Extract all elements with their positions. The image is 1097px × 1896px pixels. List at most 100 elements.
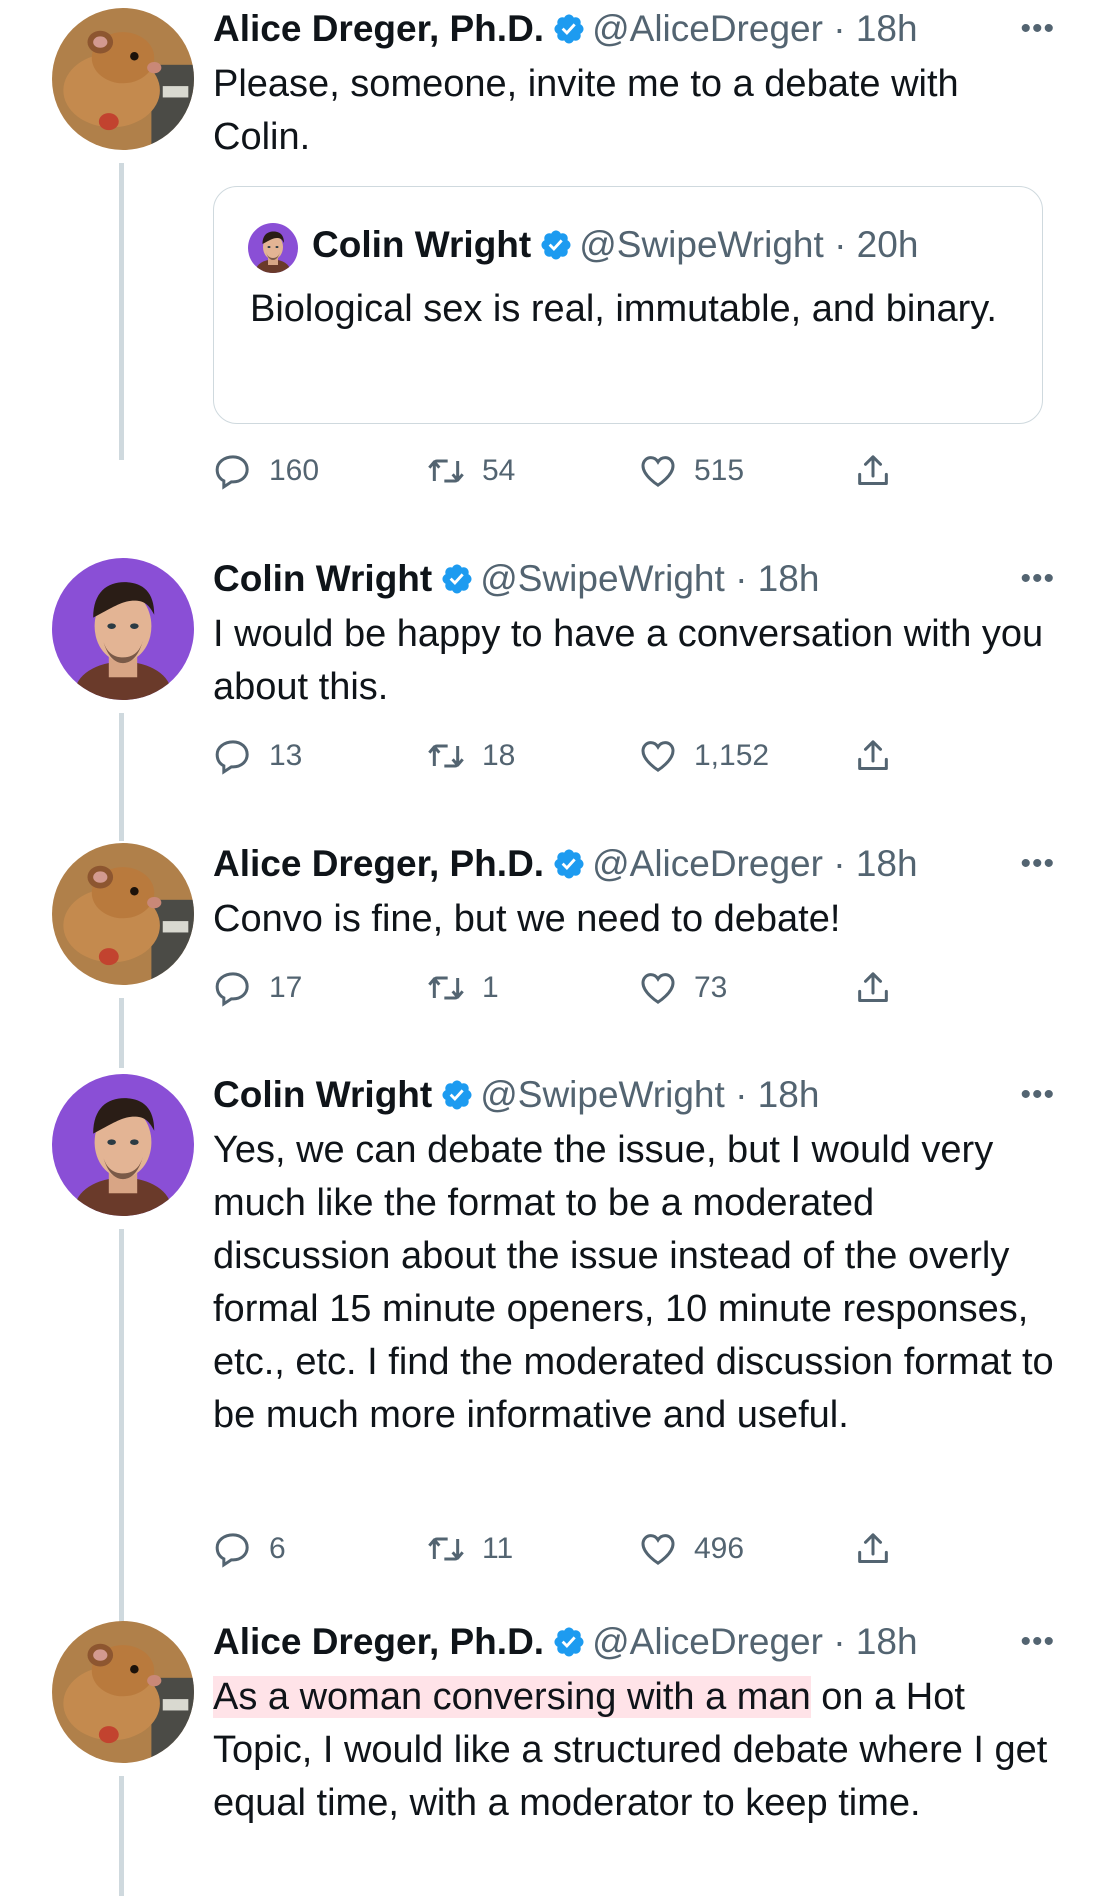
author-handle[interactable]: @SwipeWright	[480, 1074, 725, 1115]
tweet-time[interactable]: · 18h	[833, 1621, 917, 1662]
quoted-author-name: Colin Wright	[312, 224, 532, 265]
reply-button[interactable]: 6	[213, 1526, 286, 1572]
tweet-text: Yes, we can debate the issue, but I woul…	[213, 1129, 1054, 1436]
reply-icon	[213, 451, 253, 491]
tweet-1[interactable]: Alice Dreger, Ph.D. @AliceDreger · 18h ••…	[0, 0, 1097, 460]
author-name[interactable]: Alice Dreger, Ph.D.	[213, 8, 544, 49]
rat-avatar-icon	[52, 1621, 194, 1763]
author-name[interactable]: Colin Wright	[213, 1074, 432, 1115]
reply-button[interactable]: 160	[213, 448, 319, 494]
verified-badge-icon	[440, 562, 474, 596]
quoted-tweet-time: · 20h	[834, 224, 919, 265]
quoted-header: Colin Wright @SwipeWright · 20h	[312, 220, 918, 270]
retweet-button[interactable]: 18	[426, 733, 515, 779]
quoted-tweet[interactable]: Colin Wright @SwipeWright · 20h Biologica…	[213, 186, 1043, 424]
tweet-2[interactable]: Colin Wright @SwipeWright · 18h ••• I wou…	[0, 550, 1097, 841]
verified-badge-icon	[552, 1625, 586, 1659]
share-button[interactable]	[853, 448, 909, 494]
more-options-icon[interactable]: •••	[1020, 839, 1055, 889]
tweet-5[interactable]: Alice Dreger, Ph.D. @AliceDreger · 18h ••…	[0, 1613, 1097, 1896]
retweet-count: 54	[482, 454, 516, 487]
tweet-header: Colin Wright @SwipeWright · 18h •••	[213, 554, 1077, 604]
tweet-4[interactable]: Colin Wright @SwipeWright · 18h ••• Yes, …	[0, 1066, 1097, 1679]
author-name[interactable]: Colin Wright	[213, 558, 432, 599]
author-name[interactable]: Alice Dreger, Ph.D.	[213, 1621, 544, 1662]
retweet-icon	[426, 736, 466, 776]
tweet-time[interactable]: · 18h	[833, 843, 917, 884]
quoted-author-handle: @SwipeWright	[579, 224, 824, 265]
more-options-icon[interactable]: •••	[1020, 4, 1055, 54]
reply-button[interactable]: 17	[213, 965, 302, 1011]
reply-icon	[213, 736, 253, 776]
reply-button[interactable]: 13	[213, 733, 302, 779]
share-icon	[853, 736, 893, 776]
colin-avatar-icon	[52, 1074, 194, 1216]
tweet-header: Alice Dreger, Ph.D. @AliceDreger · 18h ••…	[213, 839, 1077, 889]
like-count: 73	[694, 971, 728, 1004]
author-handle[interactable]: @AliceDreger	[592, 843, 823, 884]
quoted-avatar	[248, 223, 298, 273]
tweet-time[interactable]: · 18h	[833, 8, 917, 49]
avatar[interactable]	[52, 1074, 194, 1216]
thread-line	[119, 163, 124, 460]
thread-line	[119, 998, 124, 1068]
share-icon	[853, 968, 893, 1008]
share-button[interactable]	[853, 733, 909, 779]
avatar[interactable]	[52, 1621, 194, 1763]
retweet-button[interactable]: 1	[426, 965, 499, 1011]
like-button[interactable]: 496	[638, 1526, 744, 1572]
tweet-text: Please, someone, invite me to a debate w…	[213, 63, 959, 158]
tweet-time[interactable]: · 18h	[735, 558, 819, 599]
like-icon	[638, 1529, 678, 1569]
like-count: 1,152	[694, 739, 770, 772]
more-options-icon[interactable]: •••	[1020, 1070, 1055, 1120]
author-name[interactable]: Alice Dreger, Ph.D.	[213, 843, 544, 884]
retweet-icon	[426, 451, 466, 491]
tweet-header: Colin Wright @SwipeWright · 18h •••	[213, 1070, 1077, 1120]
share-button[interactable]	[853, 1526, 909, 1572]
avatar[interactable]	[52, 843, 194, 985]
thread-line	[119, 1229, 124, 1679]
more-options-icon[interactable]: •••	[1020, 1617, 1055, 1667]
colin-avatar-icon	[52, 558, 194, 700]
avatar[interactable]	[52, 8, 194, 150]
avatar[interactable]	[52, 558, 194, 700]
like-icon	[638, 736, 678, 776]
highlighted-text: As a woman conversing with a man	[213, 1676, 811, 1718]
author-handle[interactable]: @AliceDreger	[592, 8, 823, 49]
author-handle[interactable]: @AliceDreger	[592, 1621, 823, 1662]
like-count: 515	[694, 454, 745, 487]
retweet-count: 1	[482, 971, 499, 1004]
reply-count: 6	[269, 1532, 286, 1565]
quoted-tweet-text: Biological sex is real, immutable, and b…	[250, 288, 997, 330]
tweet-text: Convo is fine, but we need to debate!	[213, 898, 841, 940]
like-icon	[638, 451, 678, 491]
like-count: 496	[694, 1532, 745, 1565]
retweet-button[interactable]: 54	[426, 448, 515, 494]
reply-count: 17	[269, 971, 303, 1004]
share-button[interactable]	[853, 965, 909, 1011]
author-handle[interactable]: @SwipeWright	[480, 558, 725, 599]
thread-line	[119, 1776, 124, 1896]
rat-avatar-icon	[52, 8, 194, 150]
verified-badge-icon	[552, 847, 586, 881]
share-icon	[853, 1529, 893, 1569]
like-icon	[638, 968, 678, 1008]
like-button[interactable]: 515	[638, 448, 744, 494]
tweet-time[interactable]: · 18h	[735, 1074, 819, 1115]
reply-icon	[213, 1529, 253, 1569]
retweet-count: 11	[482, 1532, 514, 1565]
retweet-icon	[426, 968, 466, 1008]
tweet-text: As a woman conversing with a man on a Ho…	[213, 1671, 1057, 1830]
retweet-count: 18	[482, 739, 516, 772]
reply-count: 160	[269, 454, 320, 487]
tweet-header: Alice Dreger, Ph.D. @AliceDreger · 18h ••…	[213, 1617, 1077, 1667]
reply-icon	[213, 968, 253, 1008]
tweet-3[interactable]: Alice Dreger, Ph.D. @AliceDreger · 18h ••…	[0, 835, 1097, 1068]
like-button[interactable]: 1,152	[638, 733, 769, 779]
like-button[interactable]: 73	[638, 965, 727, 1011]
retweet-button[interactable]: 11	[426, 1526, 513, 1572]
share-icon	[853, 451, 893, 491]
more-options-icon[interactable]: •••	[1020, 554, 1055, 604]
tweet-header: Alice Dreger, Ph.D. @AliceDreger · 18h ••…	[213, 4, 1077, 54]
